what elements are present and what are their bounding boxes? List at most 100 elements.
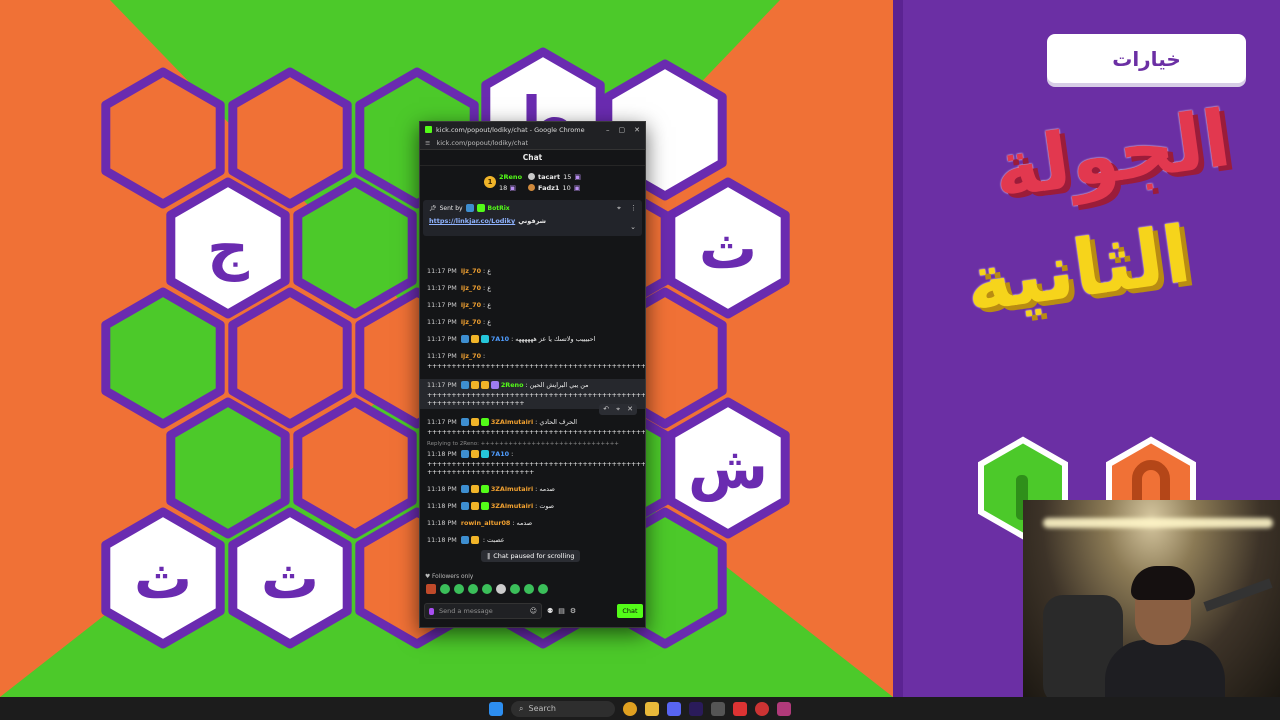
hex-letter: ش <box>688 434 768 502</box>
taskbar-search-label: Search <box>528 704 556 713</box>
site-settings-icon[interactable]: ≡ <box>425 139 430 147</box>
message-time: 11:17 PM <box>427 301 457 309</box>
close-icon[interactable]: ✕ <box>634 126 640 134</box>
microphone-icon[interactable] <box>429 607 434 615</box>
message-username[interactable]: ijz_70 <box>461 318 481 326</box>
message-username[interactable]: 3ZAlmutairi <box>491 502 533 510</box>
chat-message[interactable]: 11:18 PM 7A10: +++++++++++++++++++++++++++… <box>427 450 645 476</box>
send-chat-button[interactable]: Chat <box>617 604 643 618</box>
emote-icon[interactable] <box>510 584 520 594</box>
kick-logo-icon <box>425 126 432 133</box>
chat-message[interactable]: 11:17 PM ijz_70: +++++++++++++++++++++++++… <box>427 352 646 370</box>
taskbar-search[interactable]: ⌕ Search <box>511 700 615 717</box>
pinned-message[interactable]: 📌︎ Sent by BotRix شرفوني https://linkjar… <box>423 200 642 236</box>
message-text: ع <box>487 318 492 326</box>
minimize-icon[interactable]: – <box>606 126 610 134</box>
address-bar[interactable]: ≡ kick.com/popout/lodiky/chat <box>420 137 645 150</box>
chat-message[interactable]: 11:17 PM ijz_70: ع <box>427 318 640 326</box>
hex-cell[interactable] <box>293 177 417 319</box>
emote-icon[interactable] <box>468 584 478 594</box>
hex-cell[interactable] <box>101 67 225 209</box>
leaderboard-user[interactable]: Fadz1 <box>538 184 559 192</box>
emote-icon[interactable] <box>454 584 464 594</box>
delete-icon[interactable]: ✕ <box>627 405 633 414</box>
chat-message[interactable]: 11:18 PM rowin_altur08: صدمه <box>427 519 640 527</box>
message-username[interactable]: 2Reno <box>501 381 524 389</box>
chat-message[interactable]: 11:18 PM: عصبت <box>427 536 640 544</box>
more-options-icon[interactable]: ⋮ <box>630 204 637 213</box>
pin-message-icon[interactable]: ⌖ <box>616 405 620 414</box>
pinned-link[interactable]: https://linkjar.co/Lodiky <box>429 217 515 225</box>
hex-cell[interactable] <box>293 397 417 539</box>
leaderboard-second: tacart 15 ▣ <box>528 173 581 181</box>
users-icon[interactable]: ⚉ <box>547 607 553 615</box>
maximize-icon[interactable]: ▢ <box>619 126 626 134</box>
message-text: ع <box>487 284 492 292</box>
message-username[interactable]: 7A10 <box>491 450 509 458</box>
message-username[interactable]: 3ZAlmutairi <box>491 418 533 426</box>
message-username[interactable]: 3ZAlmutairi <box>491 485 533 493</box>
chat-message[interactable]: 11:18 PM 3ZAlmutairi: صوت <box>427 502 640 510</box>
emote-icon[interactable] <box>538 584 548 594</box>
leaderboard-user[interactable]: 2Reno <box>499 173 522 181</box>
reply-context[interactable]: Replying to 2Reno: +++++++++++++++++++++… <box>427 441 640 447</box>
user-badge-icon <box>470 485 479 493</box>
unpin-icon[interactable]: ⌖ <box>617 204 621 213</box>
hex-cell[interactable] <box>166 397 290 539</box>
hex-cell[interactable] <box>101 287 225 429</box>
chat-message[interactable]: 11:18 PM 3ZAlmutairi: صدمه <box>427 485 640 493</box>
silver-coin-icon <box>528 173 536 180</box>
message-time: 11:17 PM <box>427 381 457 389</box>
message-text-continued: ++++++++++++++++++++++++++++++++++++++++… <box>427 362 646 370</box>
message-time: 11:17 PM <box>427 284 457 292</box>
message-username[interactable]: 7A10 <box>491 335 509 343</box>
recorder-icon[interactable] <box>733 701 747 716</box>
chat-message[interactable]: 11:17 PM ijz_70: ع <box>427 301 640 309</box>
emoji-picker-icon[interactable]: ☺ <box>530 607 537 615</box>
gear-icon[interactable]: ⚙ <box>570 607 576 615</box>
message-colon: : <box>483 318 486 326</box>
file-explorer-icon[interactable] <box>645 701 659 716</box>
store-icon[interactable]: ▤ <box>558 607 565 615</box>
chrome-icon[interactable] <box>623 701 637 716</box>
emote-icon[interactable] <box>524 584 534 594</box>
message-username[interactable]: ijz_70 <box>461 267 481 275</box>
user-avatar[interactable] <box>426 584 436 594</box>
chat-message[interactable]: 11:17 PM ijz_70: ع <box>427 267 640 275</box>
pinned-bot-name[interactable]: BotRix <box>488 205 510 212</box>
chat-paused-banner[interactable]: ‖ Chat paused for scrolling <box>481 550 581 562</box>
chat-message[interactable]: 11:17 PM 7A10: احبيييب ولاتسك يا عز هههههه… <box>427 335 640 343</box>
chat-message-input[interactable]: Send a message ☺ <box>424 603 542 619</box>
gift-icon: ▣ <box>573 183 581 192</box>
leaderboard-first-info: 2Reno 18 ▣ <box>499 173 522 192</box>
hex-cell[interactable] <box>228 287 352 429</box>
chat-header: Chat <box>420 150 645 166</box>
options-button[interactable]: خيارات <box>1047 34 1246 83</box>
emote-icon[interactable] <box>440 584 450 594</box>
emote-icon[interactable] <box>482 584 492 594</box>
app-icon[interactable] <box>711 701 725 716</box>
chrome-alt-icon[interactable] <box>755 701 769 716</box>
windows-start-icon[interactable] <box>489 701 503 716</box>
chevron-down-icon[interactable]: ⌄ <box>630 223 636 231</box>
emote-icon[interactable] <box>496 584 506 594</box>
streamer-hair <box>1131 566 1195 600</box>
media-icon[interactable] <box>777 701 791 716</box>
user-badge-icon <box>470 381 479 389</box>
message-username[interactable]: rowin_altur08 <box>461 519 511 527</box>
message-time: 11:17 PM <box>427 318 457 326</box>
chat-message[interactable]: 11:17 PM ijz_70: ع <box>427 284 640 292</box>
leaderboard-user[interactable]: tacart <box>538 173 560 181</box>
message-username[interactable]: ijz_70 <box>461 301 481 309</box>
message-text: من يبي البرايش الحين <box>529 381 589 389</box>
user-badge-icon <box>480 381 489 389</box>
message-username[interactable]: ijz_70 <box>461 352 481 360</box>
reply-icon[interactable]: ↶ <box>603 405 609 414</box>
message-colon: : <box>525 381 528 389</box>
message-username[interactable]: ijz_70 <box>461 284 481 292</box>
discord-icon[interactable] <box>667 701 681 716</box>
chat-message[interactable]: 11:17 PM 3ZAlmutairi: الحرف الحادي ++++++++… <box>427 418 645 436</box>
premiere-icon[interactable] <box>689 701 703 716</box>
chat-message-list[interactable]: 11:17 PM ijz_70: ع 11:17 PM ijz_70: ع 11:17 PM… <box>420 267 646 570</box>
hex-cell[interactable] <box>228 67 352 209</box>
